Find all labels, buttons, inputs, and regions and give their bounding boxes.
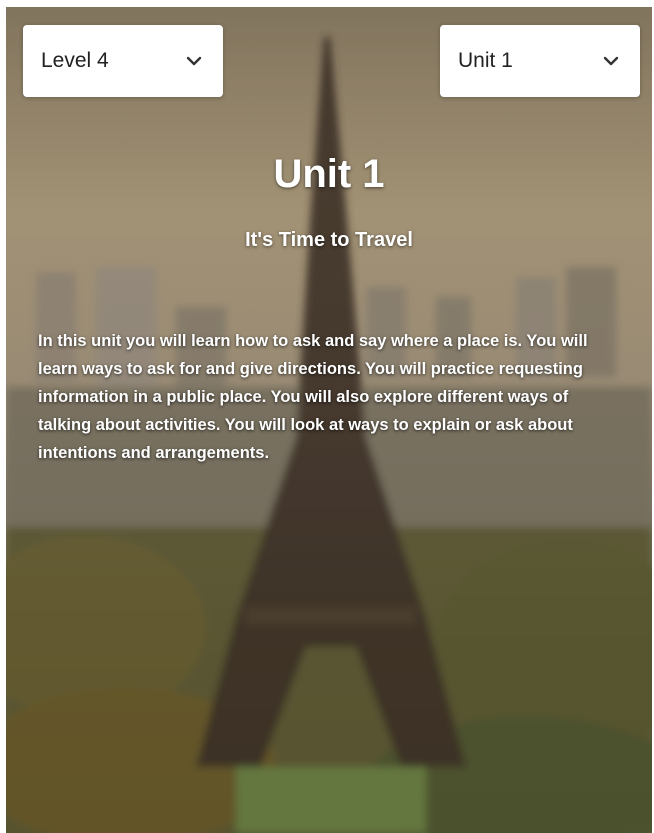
level-dropdown-value: Level 4 [41,49,109,72]
chevron-down-icon [600,50,622,72]
level-dropdown[interactable]: Level 4 [23,25,223,97]
unit-title: Unit 1 [273,152,385,196]
unit-subtitle: It's Time to Travel [245,229,413,251]
unit-dropdown[interactable]: Unit 1 [440,25,640,97]
unit-card: Level 4 Unit 1 Unit 1 It's Time to Trave… [6,7,652,833]
unit-dropdown-value: Unit 1 [458,49,513,72]
unit-description: In this unit you will learn how to ask a… [38,332,588,462]
chevron-down-icon [183,50,205,72]
